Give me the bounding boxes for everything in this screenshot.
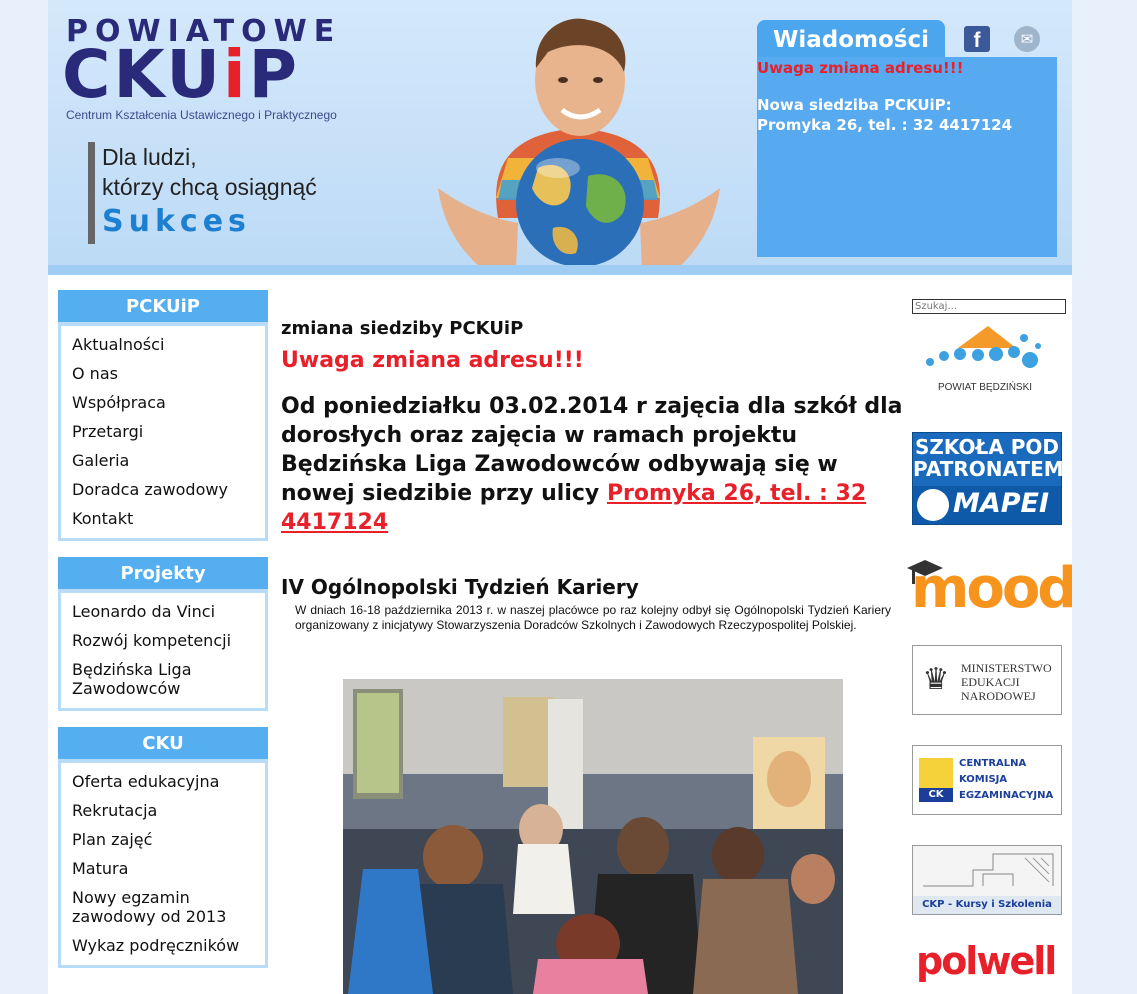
menu-projekty: Leonardo da Vinci Rozwój kompetencji Będ… — [58, 589, 268, 711]
menu-item-podreczniki[interactable]: Wykaz podręczników — [61, 931, 265, 960]
post-title-kariera[interactable]: IV Ogólnopolski Tydzień Kariery — [281, 573, 906, 601]
slogan-sukces: Sukces — [102, 204, 251, 239]
logo-subtitle: Centrum Kształcenia Ustawicznego i Prakt… — [66, 108, 337, 122]
menu-item-o-nas[interactable]: O nas — [61, 359, 265, 388]
ckp-drawing-icon — [923, 853, 1054, 887]
partner-moodle[interactable]: moodle — [901, 552, 1072, 627]
menu-item-wspolpraca[interactable]: Współpraca — [61, 388, 265, 417]
menu-item-aktualnosci[interactable]: Aktualności — [61, 330, 265, 359]
logo[interactable]: CKUiP — [62, 36, 300, 113]
facebook-icon[interactable]: f — [964, 26, 990, 52]
event-photo — [343, 679, 843, 994]
powiat-label: POWIAT BĘDZIŃSKI — [937, 382, 1033, 393]
slogan-line-1: Dla ludzi, — [102, 144, 197, 170]
post-body: Od poniedziałku 03.02.2014 r zajęcia dla… — [281, 392, 906, 537]
menu-item-plan[interactable]: Plan zajęć — [61, 825, 265, 854]
mapei-icon — [917, 489, 949, 521]
menu-item-kontakt[interactable]: Kontakt — [61, 504, 265, 533]
men-line-1: MINISTERSTWO — [961, 661, 1052, 675]
news-box: Uwaga zmiana adresu!!! Nowa siedziba PCK… — [757, 57, 1057, 257]
cke-badge: CK — [919, 788, 953, 802]
partner-ckp[interactable]: CKP - Kursy i Szkolenia — [912, 845, 1062, 915]
right-column — [912, 294, 1066, 314]
menu-item-matura[interactable]: Matura — [61, 854, 265, 883]
ckp-label: CKP - Kursy i Szkolenia — [913, 896, 1061, 914]
cke-line-3: EGZAMINACYJNA — [959, 790, 1054, 801]
mapei-line-2: PATRONATEM — [913, 457, 1064, 481]
menu-cku: Oferta edukacyjna Rekrutacja Plan zajęć … — [58, 759, 268, 968]
logo-letter-u: U — [166, 36, 224, 113]
header: POWIATOWE CKUiP Centrum Kształcenia Usta… — [48, 0, 1072, 275]
partner-mapei[interactable]: SZKOŁA POD PATRONATEM MAPEI — [912, 432, 1064, 525]
post-title-siedziba[interactable]: zmiana siedziby PCKUiP — [281, 316, 906, 342]
cke-line-2: KOMISJA — [959, 774, 1008, 785]
menu-heading-projekty: Projekty — [58, 557, 268, 589]
slogan-line-2: którzy chcą osiągnąć — [102, 174, 317, 200]
eagle-icon: ♛ — [922, 662, 950, 697]
menu-heading-pckuip: PCKUiP — [58, 290, 268, 322]
partner-men[interactable]: ♛ MINISTERSTWO EDUKACJI NARODOWEJ — [912, 645, 1062, 715]
menu-item-rekrutacja[interactable]: Rekrutacja — [61, 796, 265, 825]
menu-item-doradca[interactable]: Doradca zawodowy — [61, 475, 265, 504]
menu-item-egzamin[interactable]: Nowy egzamin zawodowy od 2013 — [61, 883, 265, 931]
menu-item-oferta[interactable]: Oferta edukacyjna — [61, 767, 265, 796]
news-line-2: Promyka 26, tel. : 32 4417124 — [757, 116, 1012, 134]
logo-letter-p: P — [248, 36, 301, 113]
search-input[interactable] — [912, 299, 1066, 314]
mail-icon[interactable]: ✉ — [1014, 26, 1040, 52]
partner-powiat[interactable]: POWIAT BĘDZIŃSKI — [920, 322, 1050, 400]
slogan: Dla ludzi, którzy chcą osiągnąć Sukces — [88, 142, 317, 244]
menu-item-leonardo[interactable]: Leonardo da Vinci — [61, 597, 265, 626]
menu-item-liga[interactable]: Będzińska Liga Zawodowców — [61, 655, 265, 703]
men-line-2: EDUKACJI — [961, 675, 1020, 689]
logo-letter-c: C — [62, 36, 114, 113]
news-line-1: Nowa siedziba PCKUiP: — [757, 96, 952, 114]
logo-letter-k: K — [113, 36, 167, 113]
partner-cke[interactable]: CK CENTRALNA KOMISJA EGZAMINACYJNA — [912, 745, 1062, 815]
menu-item-galeria[interactable]: Galeria — [61, 446, 265, 475]
news-alert: Uwaga zmiana adresu!!! — [757, 59, 964, 77]
menu-pckuip: Aktualności O nas Współpraca Przetargi G… — [58, 322, 268, 541]
cke-line-1: CENTRALNA — [959, 758, 1027, 769]
menu-item-przetargi[interactable]: Przetargi — [61, 417, 265, 446]
moodle-label: moodle — [911, 556, 1072, 621]
partner-polwell[interactable]: polwell — [912, 935, 1062, 990]
article-text: W dniach 16-18 października 2013 r. w na… — [295, 603, 891, 632]
header-divider — [48, 265, 1072, 275]
post-alert: Uwaga zmiana adresu!!! — [281, 348, 584, 373]
cke-logo-icon: CK — [919, 758, 953, 802]
hero-image — [438, 18, 720, 270]
mapei-line-1: SZKOŁA POD — [914, 435, 1060, 459]
page: POWIATOWE CKUiP Centrum Kształcenia Usta… — [48, 0, 1072, 994]
menu-heading-cku: CKU — [58, 727, 268, 759]
powiat-logo-icon — [926, 326, 1041, 368]
news-text: Nowa siedziba PCKUiP: Promyka 26, tel. :… — [757, 95, 1012, 135]
men-line-3: NARODOWEJ — [961, 689, 1036, 703]
polwell-label: polwell — [916, 939, 1057, 983]
news-tab[interactable]: Wiadomości — [757, 20, 945, 58]
main-content: zmiana siedziby PCKUiP Uwaga zmiana adre… — [281, 316, 906, 633]
logo-letter-i: i — [223, 36, 249, 113]
mapei-brand-bar: MAPEI — [913, 486, 1061, 524]
sidebar: PCKUiP Aktualności O nas Współpraca Prze… — [58, 290, 268, 984]
mapei-brand: MAPEI — [953, 488, 1050, 519]
menu-item-rozwoj[interactable]: Rozwój kompetencji — [61, 626, 265, 655]
